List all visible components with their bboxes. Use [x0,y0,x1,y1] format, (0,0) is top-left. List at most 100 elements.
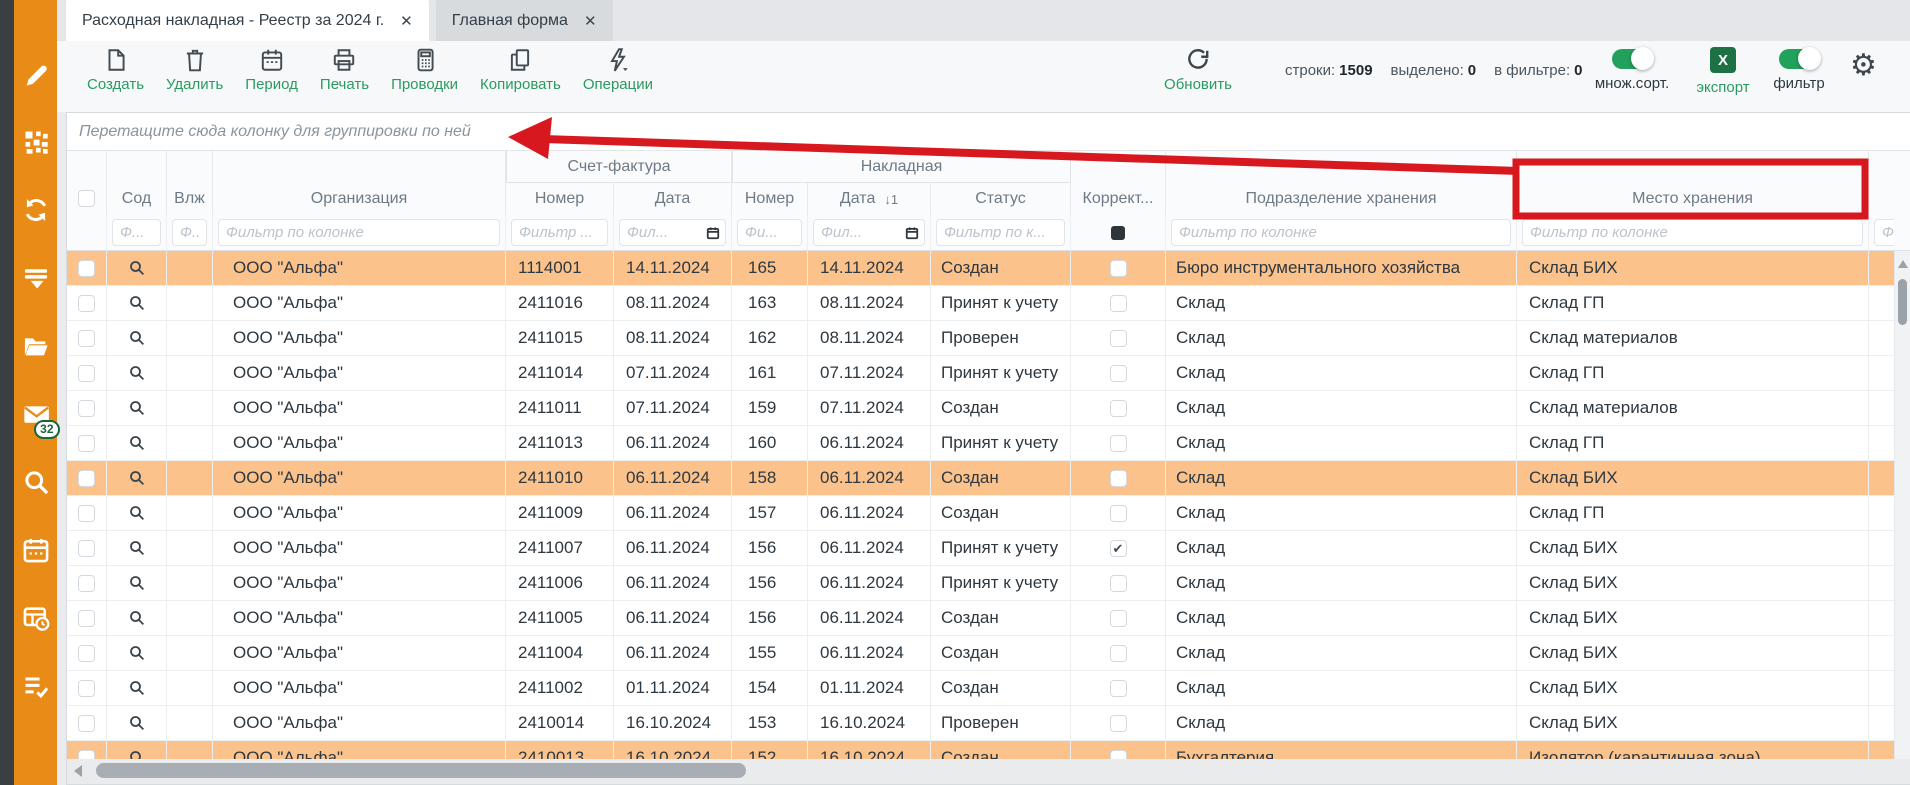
place-filter-input[interactable] [1522,219,1863,246]
magnifier-icon[interactable] [128,644,146,662]
row-checkbox[interactable] [78,575,95,592]
copy-button[interactable]: Копировать [480,47,561,93]
table-row[interactable]: ООО "Альфа" 2411006 06.11.2024 156 06.11… [67,566,1910,601]
mail-icon[interactable]: 32 [22,400,50,428]
korrekt-checkbox[interactable] [1110,470,1127,487]
postings-button[interactable]: Проводки [391,47,458,93]
magnifier-icon[interactable] [128,714,146,732]
table-row[interactable]: ООО "Альфа" 2411005 06.11.2024 156 06.11… [67,601,1910,636]
print-button[interactable]: Печать [320,47,369,93]
table-row[interactable]: ООО "Альфа" 2411007 06.11.2024 156 06.11… [67,531,1910,566]
magnifier-icon[interactable] [128,504,146,522]
row-checkbox[interactable] [78,295,95,312]
group-header-waybill[interactable]: Накладная [732,151,1071,183]
folder-icon[interactable] [22,332,50,360]
scroll-left-arrow-icon[interactable] [74,765,82,777]
filter-toggle[interactable]: фильтр [1769,49,1829,92]
table-row[interactable]: ООО "Альфа" 2411014 07.11.2024 161 07.11… [67,356,1910,391]
calendar-icon[interactable] [706,226,720,245]
dept-filter-input[interactable] [1171,219,1511,246]
column-header-sod[interactable]: Сод [107,151,167,215]
column-header-korrekt[interactable]: Коррект... [1071,151,1166,215]
magnifier-icon[interactable] [128,434,146,452]
korrekt-checkbox[interactable] [1110,680,1127,697]
column-header-waybill-date[interactable]: Дата↓1 [808,183,931,215]
row-checkbox[interactable] [78,435,95,452]
create-button[interactable]: Создать [87,47,144,93]
magnifier-icon[interactable] [128,294,146,312]
toggle-on-icon[interactable] [1779,49,1819,69]
magnifier-icon[interactable] [128,609,146,627]
search-icon[interactable] [22,468,50,496]
korrekt-checkbox[interactable] [1110,365,1127,382]
vertical-scrollbar[interactable] [1894,251,1910,759]
stack-download-icon[interactable] [22,264,50,292]
operations-button[interactable]: Операции [583,47,653,93]
column-header-place[interactable]: Место хранения [1517,151,1869,215]
column-header-vlj[interactable]: Влж [167,151,213,215]
korrekt-checkbox[interactable] [1110,645,1127,662]
calendar-icon[interactable] [905,226,919,245]
refresh-button[interactable]: Обновить [1162,47,1234,93]
korrekt-checkbox[interactable] [1110,575,1127,592]
row-checkbox[interactable] [78,365,95,382]
vertical-scrollbar-thumb[interactable] [1898,279,1907,325]
korrekt-checkbox[interactable] [1110,540,1127,557]
excel-icon[interactable]: X [1710,47,1736,73]
checklist-icon[interactable] [22,672,50,700]
table-row[interactable]: ООО "Альфа" 2411002 01.11.2024 154 01.11… [67,671,1910,706]
korrekt-checkbox[interactable] [1110,330,1127,347]
magnifier-icon[interactable] [128,399,146,417]
status-filter-input[interactable] [936,219,1065,246]
magnifier-icon[interactable] [128,574,146,592]
table-row[interactable]: ООО "Альфа" 2411004 06.11.2024 155 06.11… [67,636,1910,671]
export-button[interactable]: X экспорт [1693,47,1753,96]
gear-icon[interactable]: ⚙ [1850,49,1877,83]
column-header-invoice-number[interactable]: Номер [506,183,614,215]
column-header-status[interactable]: Статус [931,183,1071,215]
table-row[interactable]: ООО "Альфа" 2411015 08.11.2024 162 08.11… [67,321,1910,356]
korrekt-checkbox[interactable] [1110,260,1127,277]
magnifier-icon[interactable] [128,469,146,487]
row-checkbox[interactable] [78,330,95,347]
row-checkbox[interactable] [78,680,95,697]
magnifier-icon[interactable] [128,539,146,557]
korrekt-checkbox[interactable] [1110,295,1127,312]
sync-icon[interactable] [22,196,50,224]
partial-filter-input[interactable] [1874,219,1894,246]
scroll-up-arrow-icon[interactable] [1898,260,1908,268]
magnifier-icon[interactable] [128,259,146,277]
select-all-checkbox[interactable] [78,190,95,207]
vlj-filter-input[interactable] [172,219,207,246]
row-checkbox[interactable] [78,540,95,557]
magnifier-icon[interactable] [128,679,146,697]
calendar-icon[interactable] [22,536,50,564]
tab-registry[interactable]: Расходная накладная - Реестр за 2024 г. … [66,0,429,41]
group-header-invoice[interactable]: Счет-фактура [506,151,732,183]
row-checkbox[interactable] [78,400,95,417]
row-checkbox[interactable] [78,715,95,732]
magnifier-icon[interactable] [128,364,146,382]
table-row[interactable]: ООО "Альфа" 2410013 16.10.2024 152 16.10… [67,741,1910,761]
column-header-dept[interactable]: Подразделение хранения [1166,151,1517,215]
qr-grid-icon[interactable] [22,128,50,156]
table-row[interactable]: ООО "Альфа" 1114001 14.11.2024 165 14.11… [67,251,1910,286]
org-filter-input[interactable] [218,219,500,246]
sod-filter-input[interactable] [112,219,161,246]
invoice-number-filter-input[interactable] [511,219,608,246]
row-checkbox[interactable] [78,470,95,487]
delete-button[interactable]: Удалить [166,47,223,93]
report-clock-icon[interactable] [22,604,50,632]
column-header-org[interactable]: Организация [213,151,506,215]
table-row[interactable]: ООО "Альфа" 2411011 07.11.2024 159 07.11… [67,391,1910,426]
column-header-waybill-number[interactable]: Номер [732,183,808,215]
pencil-icon[interactable] [22,60,50,88]
table-row[interactable]: ООО "Альфа" 2411016 08.11.2024 163 08.11… [67,286,1910,321]
korrekt-checkbox[interactable] [1110,610,1127,627]
korrekt-checkbox[interactable] [1110,435,1127,452]
korrekt-checkbox[interactable] [1110,715,1127,732]
horizontal-scrollbar-thumb[interactable] [96,763,746,778]
close-icon[interactable]: ✕ [400,12,413,30]
waybill-number-filter-input[interactable] [737,219,802,246]
magnifier-icon[interactable] [128,329,146,347]
